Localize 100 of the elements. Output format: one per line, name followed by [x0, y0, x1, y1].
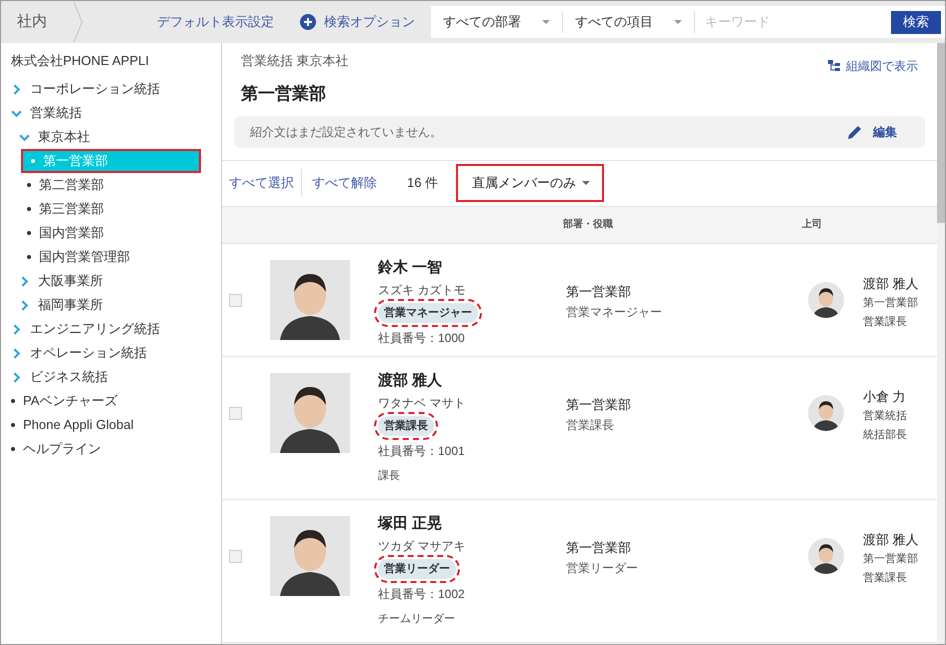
tree-item[interactable]: Phone Appli Global: [1, 413, 221, 437]
tree-item[interactable]: コーポレーション統括: [1, 77, 221, 101]
tree-label: 福岡事業所: [38, 296, 103, 314]
plus-circle-icon: [300, 14, 316, 30]
page-title: 第一営業部: [240, 83, 327, 105]
tree-item[interactable]: 第二営業部: [1, 173, 221, 197]
manager-name: 小倉 力: [863, 388, 907, 406]
keyword-field[interactable]: キーワード: [694, 12, 892, 32]
member-name: 塚田 正晃: [378, 514, 444, 534]
filter-dropdown[interactable]: 直属メンバーのみ: [456, 164, 604, 202]
manager-department: 営業統括: [863, 409, 907, 424]
intro-text: 紹介文はまだ設定されていません。: [250, 124, 442, 140]
member-row[interactable]: 渡部 雅人 ワタナベ マサト 営業課長 社員番号：1001 課長 第一営業部 営業課長 小倉 力 営業統括 統括部長: [222, 356, 937, 500]
chevron-right-icon[interactable]: [11, 348, 22, 358]
bullet-icon: [27, 183, 31, 187]
tree-label: 国内営業部: [39, 224, 104, 242]
tree-item[interactable]: 第三営業部: [1, 197, 221, 221]
chevron-down-icon[interactable]: [11, 108, 22, 118]
chevron-right-icon[interactable]: [19, 276, 30, 286]
employee-number: 社員番号：1000: [378, 330, 466, 347]
tree-label: エンジニアリング統括: [30, 320, 160, 338]
tree-item[interactable]: 国内営業部: [1, 221, 221, 245]
tree-item[interactable]: 大阪事業所: [1, 269, 221, 293]
manager-department: 第一営業部: [863, 296, 919, 311]
manager-position: 営業課長: [863, 570, 908, 586]
bullet-icon: [11, 423, 15, 427]
chevron-right-icon: [72, 2, 83, 42]
tree-item[interactable]: 営業統括: [1, 101, 221, 125]
scope-label[interactable]: 社内: [1, 10, 73, 34]
role-badge: 営業リーダー: [378, 558, 456, 579]
default-view-link[interactable]: デフォルト表示設定: [156, 12, 274, 32]
tree-item[interactable]: 福岡事業所: [1, 293, 221, 317]
checkbox[interactable]: [229, 550, 242, 562]
manager-department: 第一営業部: [863, 552, 919, 567]
tree-label: 第二営業部: [39, 176, 104, 194]
chevron-right-icon[interactable]: [11, 84, 22, 94]
deselect-all-link[interactable]: すべて解除: [302, 173, 377, 193]
tree-item[interactable]: 国内営業管理部: [1, 245, 221, 269]
tree-item[interactable]: PAベンチャーズ: [1, 389, 221, 413]
chevron-right-icon[interactable]: [11, 372, 22, 382]
tree-item[interactable]: 東京本社: [1, 125, 221, 149]
search-button[interactable]: 検索: [891, 10, 942, 34]
department: 第一営業部: [566, 538, 632, 556]
member-row[interactable]: 塚田 正晃 ツカダ マサアキ 営業リーダー 社員番号：1002 チームリーダー 第一営業部 営業リーダー 渡部 雅人 第一営業部 営業課長: [222, 500, 937, 642]
field-select[interactable]: すべての項目: [562, 11, 695, 33]
manager-name: 渡部 雅人: [863, 274, 919, 292]
manager-position: 統括部長: [863, 428, 907, 442]
org-chart-icon: [828, 60, 840, 72]
job-title: 課長: [378, 469, 401, 484]
caret-icon: [674, 20, 682, 24]
tree-label: 東京本社: [38, 128, 90, 146]
result-count: 16 件: [407, 174, 438, 192]
checkbox[interactable]: [229, 406, 242, 420]
department: 第一営業部: [566, 282, 632, 300]
search-options-button[interactable]: 検索オプション: [300, 12, 415, 32]
member-row[interactable]: 鈴木 一智 スズキ カズトモ 営業マネージャー 社員番号：1000 第一営業部 営業マネージャー 渡部 雅人 第一営業部 営業課長: [222, 244, 937, 356]
column-header: 部署・役職: [563, 218, 614, 232]
tree-label: 第三営業部: [39, 200, 104, 218]
bullet-icon: [27, 255, 31, 259]
checkbox[interactable]: [229, 294, 242, 306]
select-all-link[interactable]: すべて選択: [229, 169, 302, 197]
edit-button[interactable]: 編集: [847, 122, 909, 140]
member-name: 鈴木 一智: [378, 258, 444, 278]
chevron-right-icon[interactable]: [11, 324, 22, 334]
tree-label: オペレーション統括: [30, 344, 147, 362]
manager-name: 渡部 雅人: [863, 530, 919, 548]
tree-label: 大阪事業所: [38, 272, 103, 290]
scrollbar-thumb[interactable]: [937, 43, 945, 223]
department-select[interactable]: すべての部署: [430, 11, 563, 33]
scrollbar[interactable]: [937, 43, 945, 644]
bullet-icon: [27, 207, 31, 211]
chevron-right-icon[interactable]: [19, 300, 30, 310]
tree-item[interactable]: ヘルプライン: [1, 437, 221, 461]
tree-label: ビジネス統括: [30, 368, 108, 386]
tree-item[interactable]: オペレーション統括: [1, 341, 221, 365]
chevron-down-icon[interactable]: [19, 132, 30, 142]
tree-item[interactable]: エンジニアリング統括: [1, 317, 221, 341]
breadcrumb: 営業統括 東京本社: [241, 52, 349, 70]
department: 第一営業部: [566, 396, 632, 414]
tree-item[interactable]: ビジネス統括: [1, 365, 221, 389]
employee-number: 社員番号：1002: [378, 586, 466, 603]
member-kana: スズキ カズトモ: [378, 282, 466, 298]
role-badge: 営業マネージャー: [378, 302, 478, 323]
role-badge: 営業課長: [378, 416, 434, 436]
bullet-icon: [31, 159, 35, 163]
member-kana: ツカダ マサアキ: [378, 538, 466, 554]
employee-number: 社員番号：1001: [378, 443, 466, 460]
bullet-icon: [11, 447, 15, 451]
member-name: 渡部 雅人: [378, 370, 444, 390]
tree-label: PAベンチャーズ: [23, 392, 118, 410]
column-header: 上司: [802, 218, 822, 232]
tree-label: コーポレーション統括: [30, 80, 160, 98]
tree-label: Phone Appli Global: [23, 416, 134, 434]
tree-label: ヘルプライン: [23, 440, 101, 458]
position: 営業課長: [566, 417, 615, 434]
tree-label: 第一営業部: [43, 152, 108, 170]
org-chart-link[interactable]: 組織図で表示: [828, 57, 918, 75]
caret-icon: [582, 181, 590, 185]
company-name[interactable]: 株式会社PHONE APPLI: [1, 51, 221, 77]
bullet-icon: [11, 399, 15, 403]
